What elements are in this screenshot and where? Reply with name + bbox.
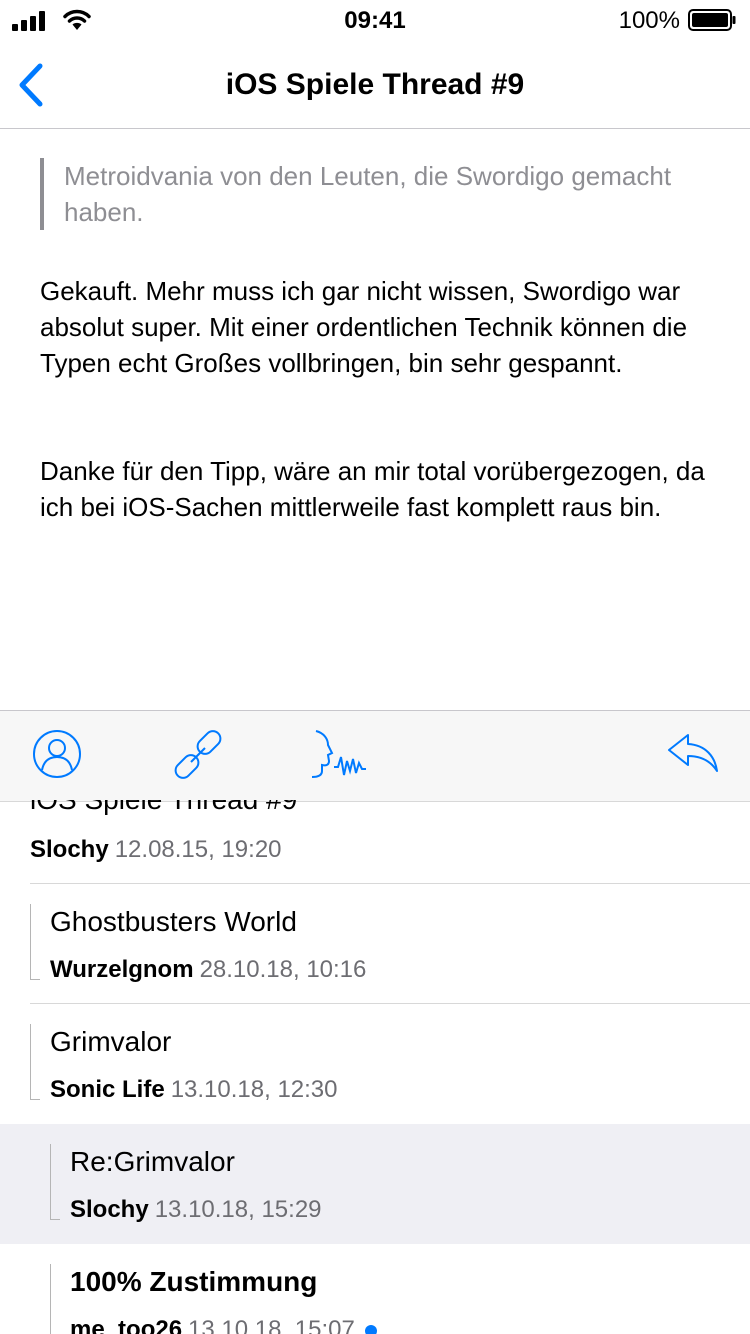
quote-bar [40, 158, 44, 230]
post-date: 12.08.15, 19:20 [114, 836, 282, 863]
post-author: Slochy [70, 1196, 149, 1223]
post-author: Sonic Life [50, 1076, 165, 1103]
row-title: Grimvalor [50, 1026, 172, 1057]
thread-row-selected[interactable]: Re:Grimvalor Slochy 13.10.18, 15:29 [0, 1124, 750, 1244]
tree-line [30, 904, 31, 980]
thread-title: iOS Spiele Thread #9 [30, 800, 297, 816]
tree-line [50, 1264, 51, 1334]
post-date: 13.10.18, 15:07 [188, 1316, 355, 1334]
thread-list: iOS Spiele Thread #9 Slochy12.08.15, 19:… [0, 800, 750, 1334]
row-title: Ghostbusters World [50, 906, 297, 937]
row-title: 100% Zustimmung [70, 1266, 318, 1297]
post-date: 28.10.18, 10:16 [199, 956, 367, 983]
tree-tick [50, 1219, 60, 1220]
post-toolbar [0, 710, 750, 802]
post-author: Wurzelgnom [50, 956, 194, 983]
tree-tick [30, 979, 40, 980]
reply-icon[interactable] [666, 729, 720, 775]
battery-percent: 100% [618, 7, 680, 34]
row-meta: Wurzelgnom 28.10.18, 10:16 [50, 956, 366, 984]
speak-icon[interactable] [308, 729, 368, 781]
unread-dot-icon [364, 1324, 377, 1334]
quote-text: Metroidvania von den Leuten, die Swordig… [64, 161, 672, 227]
thread-row[interactable]: 100% Zustimmung me_too26 13.10.18, 15:07 [0, 1244, 750, 1334]
post-author: me_too26 [70, 1316, 183, 1334]
root-post-meta[interactable]: Slochy 12.08.15, 19:20 [30, 836, 282, 864]
link-icon[interactable] [172, 729, 224, 781]
thread-row[interactable]: Grimvalor Sonic Life 13.10.18, 12:30 [0, 1004, 750, 1124]
battery-icon [688, 9, 736, 31]
nav-title: iOS Spiele Thread #9 [225, 68, 525, 101]
post-date: 13.10.18, 12:30 [170, 1076, 338, 1103]
post-paragraph-2: Danke für den Tipp, wäre an mir total vo… [40, 456, 705, 522]
thread-row[interactable]: Ghostbusters World Wurzelgnom 28.10.18, 1… [0, 884, 750, 1004]
tree-line [30, 1024, 31, 1100]
row-title: Re:Grimvalor [70, 1146, 235, 1177]
row-meta: Sonic Life 13.10.18, 12:30 [50, 1076, 338, 1104]
row-meta: Slochy 13.10.18, 15:29 [70, 1196, 322, 1224]
post-author: Slochy [30, 836, 109, 863]
post-date: 13.10.18, 15:29 [154, 1196, 322, 1223]
post-paragraph-1: Gekauft. Mehr muss ich gar nicht wissen,… [40, 276, 688, 378]
tree-line [50, 1144, 51, 1220]
row-meta: me_too26 13.10.18, 15:07 [70, 1316, 377, 1334]
navigation-bar: iOS Spiele Thread #9 [0, 40, 750, 129]
profile-icon[interactable] [32, 729, 82, 779]
tree-tick [30, 1099, 40, 1100]
status-bar: 09:41 100% [0, 0, 750, 40]
